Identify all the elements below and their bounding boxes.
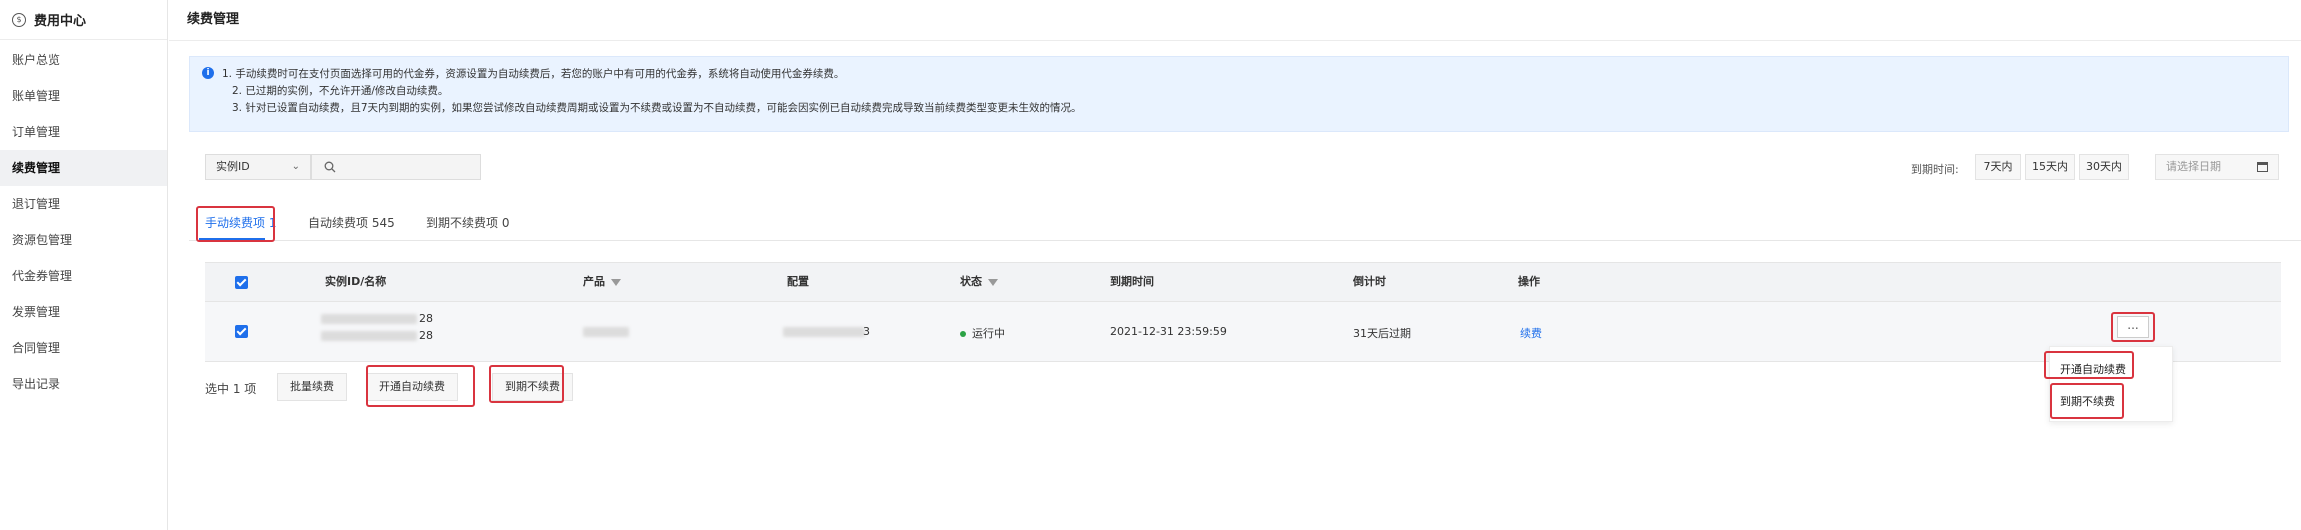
sidebar-item-orders[interactable]: 订单管理: [0, 114, 167, 150]
info-icon: i: [202, 67, 214, 79]
date-picker[interactable]: 请选择日期: [2155, 154, 2279, 180]
sidebar-item-renewal[interactable]: 续费管理: [0, 150, 167, 186]
expire-time: 2021-12-31 23:59:59: [1110, 325, 1227, 338]
tab-no-renewal[interactable]: 到期不续费项 0: [426, 214, 509, 231]
search-icon: [324, 161, 336, 173]
instance-type-select[interactable]: 实例ID ⌄: [205, 154, 311, 180]
renew-link[interactable]: 续费: [1520, 325, 1542, 341]
due-30-days-button[interactable]: 30天内: [2079, 154, 2129, 180]
sidebar-item-resource-packs[interactable]: 资源包管理: [0, 222, 167, 258]
sidebar-item-invoices[interactable]: 发票管理: [0, 294, 167, 330]
column-header-actions: 操作: [1518, 275, 1540, 288]
due-7-days-button[interactable]: 7天内: [1975, 154, 2021, 180]
coin-icon: $: [12, 12, 26, 27]
countdown: 31天后过期: [1353, 327, 1411, 340]
column-header-product[interactable]: 产品: [583, 263, 621, 301]
column-header-instance: 实例ID/名称: [325, 275, 387, 288]
main-content: 续费管理 i 1. 手动续费时可在支付页面选择可用的代金券，资源设置为自动续费后…: [169, 0, 2301, 530]
instance-type-value: 实例ID: [216, 160, 250, 173]
sidebar-item-vouchers[interactable]: 代金券管理: [0, 258, 167, 294]
tab-auto-renewal[interactable]: 自动续费项 545: [308, 214, 395, 231]
notice-line-2: 2. 已过期的实例，不允许开通/修改自动续费。: [232, 85, 449, 97]
sidebar-item-export-records[interactable]: 导出记录: [0, 366, 167, 402]
sidebar-title: 费用中心: [34, 14, 87, 29]
row-actions-menu: 开通自动续费 到期不续费: [2049, 346, 2173, 422]
more-actions-button[interactable]: ...: [2117, 316, 2149, 338]
instance-id: 28: [419, 312, 433, 325]
page-title: 续费管理: [187, 12, 240, 27]
sidebar-header: $ 费用中心: [0, 0, 167, 40]
batch-renew-button[interactable]: 批量续费: [277, 373, 347, 401]
calendar-icon: [2257, 162, 2268, 172]
column-header-status[interactable]: 状态: [960, 263, 998, 301]
status-running: 运行中: [960, 325, 1005, 341]
config-value: 3: [863, 325, 870, 338]
filter-icon[interactable]: [988, 278, 998, 286]
chevron-down-icon: ⌄: [291, 161, 300, 172]
redacted-config: [783, 327, 865, 337]
status-dot-icon: [960, 331, 966, 337]
row-checkbox[interactable]: [235, 325, 248, 338]
menu-item-no-renew-on-expiry[interactable]: 到期不续费: [2050, 387, 2174, 417]
active-tab-indicator: [199, 238, 265, 240]
no-renew-on-expiry-button[interactable]: 到期不续费: [492, 373, 573, 401]
redacted-instance-id: [321, 314, 417, 324]
column-header-config: 配置: [787, 275, 809, 288]
redacted-product: [583, 327, 629, 337]
column-header-expire: 到期时间: [1110, 275, 1154, 288]
table-header: 实例ID/名称 产品 配置 状态 到期时间 倒计时 操作: [205, 262, 2281, 302]
instance-name: 28: [419, 329, 433, 342]
sidebar-item-account-overview[interactable]: 账户总览: [0, 42, 167, 78]
redacted-instance-name: [321, 331, 417, 341]
column-header-countdown: 倒计时: [1353, 275, 1386, 288]
sidebar-item-bills[interactable]: 账单管理: [0, 78, 167, 114]
menu-item-enable-auto-renew[interactable]: 开通自动续费: [2050, 355, 2174, 385]
select-all-checkbox[interactable]: [235, 276, 248, 289]
due-15-days-button[interactable]: 15天内: [2025, 154, 2075, 180]
notice-line-3: 3. 针对已设置自动续费，且7天内到期的实例，如果您尝试修改自动续费周期或设置为…: [232, 102, 1082, 114]
sidebar-item-contracts[interactable]: 合同管理: [0, 330, 167, 366]
selected-count: 选中 1 项: [205, 382, 257, 396]
notice-banner: i 1. 手动续费时可在支付页面选择可用的代金券，资源设置为自动续费后，若您的账…: [189, 56, 2289, 132]
tabs-divider: [189, 240, 2301, 241]
table-row: 28 28 3 运行中 2021-12-31 23:59:59 31天后过期 续…: [205, 302, 2281, 362]
due-time-label: 到期时间:: [1911, 163, 1959, 176]
sidebar-item-refunds[interactable]: 退订管理: [0, 186, 167, 222]
filter-icon[interactable]: [611, 278, 621, 286]
tab-manual-renewal[interactable]: 手动续费项 1: [205, 214, 276, 231]
enable-auto-renew-button[interactable]: 开通自动续费: [366, 373, 458, 401]
sidebar: $ 费用中心 账户总览 账单管理 订单管理 续费管理 退订管理 资源包管理 代金…: [0, 0, 168, 530]
search-input[interactable]: [311, 154, 481, 180]
date-picker-placeholder: 请选择日期: [2166, 160, 2221, 173]
notice-line-1: 1. 手动续费时可在支付页面选择可用的代金券，资源设置为自动续费后，若您的账户中…: [222, 68, 845, 80]
header-divider: [169, 40, 2301, 41]
